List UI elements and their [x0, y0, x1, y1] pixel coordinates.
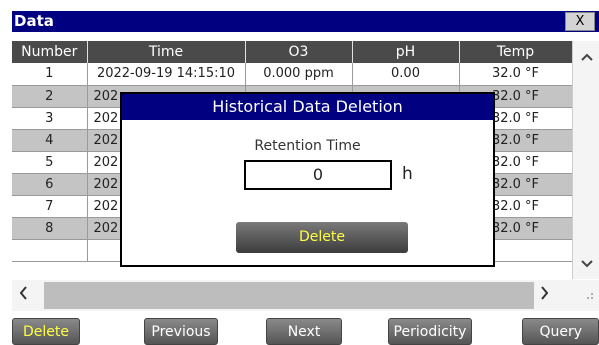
scroll-right-icon[interactable] [540, 285, 550, 306]
cell-number: 5 [12, 151, 88, 174]
scroll-down-icon[interactable] [573, 254, 599, 273]
cell-number: 3 [12, 107, 88, 130]
cell-ph: 0.00 [352, 63, 460, 86]
scroll-left-icon[interactable] [18, 285, 28, 306]
dialog-delete-button[interactable]: Delete [236, 222, 408, 253]
window-title: Data [14, 12, 54, 30]
table-header-row: Number Time O3 pH Temp [12, 41, 572, 63]
scroll-up-icon[interactable] [573, 47, 599, 66]
cell-number: 6 [12, 173, 88, 196]
query-button[interactable]: Query [522, 318, 599, 345]
vertical-scrollbar[interactable] [572, 41, 599, 279]
title-bar-background [12, 11, 599, 32]
cell-number: 4 [12, 129, 88, 152]
cell-number: 8 [12, 217, 88, 240]
table-row[interactable]: 1 2022-09-19 14:15:10 0.000 ppm 0.00 32.… [12, 63, 572, 86]
column-header-time: Time [87, 41, 246, 63]
delete-button[interactable]: Delete [12, 318, 80, 345]
column-header-number: Number [12, 41, 88, 63]
periodicity-button[interactable]: Periodicity [388, 318, 472, 345]
cell-number [12, 239, 88, 262]
cell-time: 2022-09-19 14:15:10 [87, 63, 246, 86]
resize-grip-icon [584, 290, 594, 303]
next-button[interactable]: Next [266, 318, 342, 345]
cell-o3: 0.000 ppm [245, 63, 353, 86]
historical-data-deletion-dialog: Historical Data Deletion Retention Time … [120, 92, 495, 267]
horizontal-scroll-thumb[interactable] [44, 282, 534, 309]
column-header-temp: Temp [459, 41, 572, 63]
cell-number: 7 [12, 195, 88, 218]
dialog-title: Historical Data Deletion [122, 94, 493, 120]
cell-number: 2 [12, 85, 88, 108]
retention-unit-label: h [402, 164, 413, 184]
horizontal-scrollbar[interactable] [12, 280, 599, 311]
column-header-o3: O3 [245, 41, 353, 63]
cell-number: 1 [12, 63, 88, 86]
cell-temp: 32.0 °F [459, 63, 572, 86]
column-header-ph: pH [352, 41, 460, 63]
previous-button[interactable]: Previous [144, 318, 218, 345]
title-bar: Data X [0, 0, 599, 32]
retention-time-label: Retention Time [254, 138, 361, 154]
retention-time-input[interactable]: 0 [244, 160, 392, 190]
close-button[interactable]: X [565, 12, 595, 31]
